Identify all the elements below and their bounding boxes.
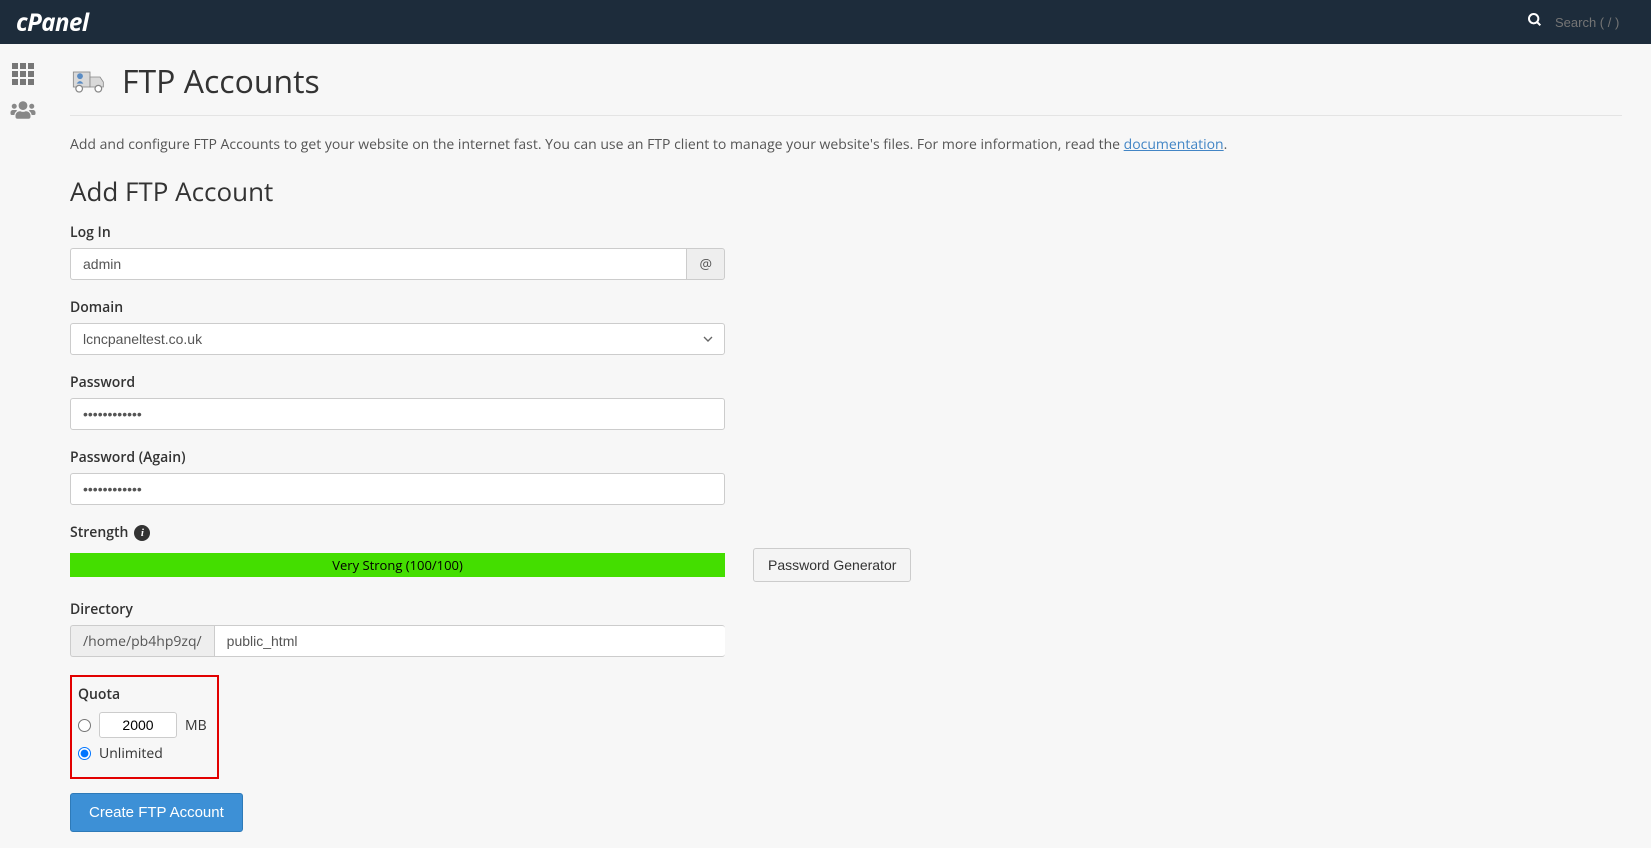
at-addon: @ (686, 248, 725, 280)
quota-limited-radio[interactable] (78, 719, 91, 732)
main-content: FTP Accounts Add and configure FTP Accou… (46, 44, 1646, 848)
strength-label: Strength (70, 523, 128, 542)
users-icon (10, 100, 36, 120)
login-input[interactable] (70, 248, 686, 280)
login-label: Log In (70, 223, 1622, 242)
desc-post: . (1224, 135, 1228, 154)
search-input[interactable] (1555, 15, 1635, 30)
sidebar (0, 44, 46, 848)
quota-unit: MB (185, 716, 207, 735)
quota-input[interactable] (99, 712, 177, 738)
password-label: Password (70, 373, 1622, 392)
password-generator-button[interactable]: Password Generator (753, 548, 911, 582)
quota-unlimited-label: Unlimited (99, 744, 163, 763)
password-again-input[interactable] (70, 473, 725, 505)
strength-label-row: Strength i (70, 523, 1622, 542)
cpanel-logo[interactable]: cPanel (16, 6, 88, 39)
password-again-label: Password (Again) (70, 448, 1622, 467)
apps-grid-icon (12, 63, 34, 85)
page-title: FTP Accounts (122, 60, 320, 103)
search-icon[interactable] (1527, 11, 1543, 33)
sidebar-users[interactable] (0, 92, 46, 128)
search-area (1527, 11, 1635, 33)
directory-label: Directory (70, 600, 1622, 619)
desc-text: Add and configure FTP Accounts to get yo… (70, 135, 1124, 154)
create-ftp-button[interactable]: Create FTP Account (70, 793, 243, 832)
quota-section: Quota MB Unlimited (70, 675, 219, 779)
info-icon[interactable]: i (134, 525, 150, 541)
page-title-row: FTP Accounts (70, 60, 1622, 116)
add-ftp-section-title: Add FTP Account (70, 173, 1622, 209)
quota-unlimited-radio[interactable] (78, 747, 91, 760)
password-input[interactable] (70, 398, 725, 430)
domain-label: Domain (70, 298, 1622, 317)
directory-prefix: /home/pb4hp9zq/ (70, 625, 214, 657)
page-description: Add and configure FTP Accounts to get yo… (70, 134, 1622, 155)
sidebar-apps[interactable] (0, 56, 46, 92)
domain-select[interactable]: lcncpaneltest.co.uk (70, 323, 725, 355)
strength-text: Very Strong (100/100) (332, 556, 463, 574)
directory-input[interactable] (214, 625, 725, 657)
ftp-truck-icon (70, 67, 110, 97)
quota-label: Quota (78, 685, 207, 704)
strength-bar: Very Strong (100/100) (70, 553, 725, 577)
documentation-link[interactable]: documentation (1124, 135, 1224, 154)
top-header: cPanel (0, 0, 1651, 44)
